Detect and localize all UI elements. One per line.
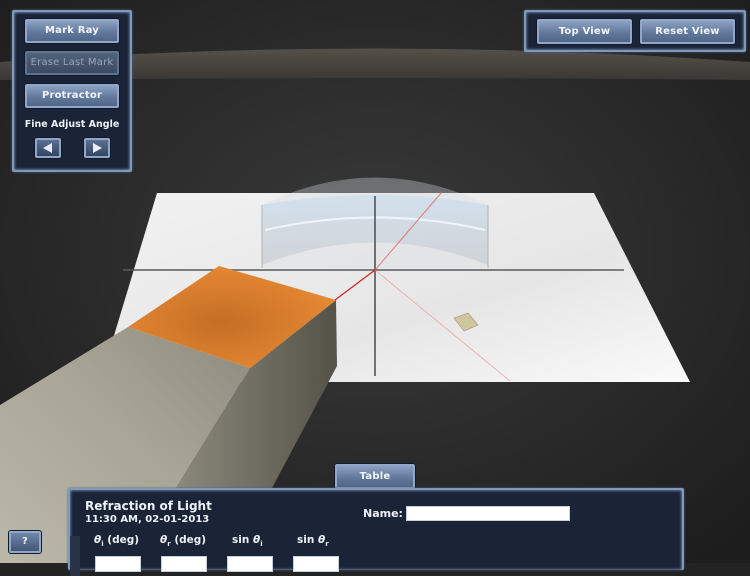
triangle-left-icon bbox=[43, 143, 52, 153]
protractor-button[interactable]: Protractor bbox=[25, 84, 119, 108]
reset-view-button[interactable]: Reset View bbox=[640, 19, 735, 44]
triangle-right-icon bbox=[93, 143, 102, 153]
view-panel: Top View Reset View bbox=[524, 10, 746, 52]
cell-sin-theta-i[interactable] bbox=[227, 556, 273, 572]
name-input[interactable] bbox=[406, 506, 570, 521]
data-sheet-panel: Refraction of Light 11:30 AM, 02-01-2013… bbox=[68, 488, 684, 576]
data-sheet-title: Refraction of Light bbox=[85, 499, 212, 513]
data-sheet-timestamp: 11:30 AM, 02-01-2013 bbox=[85, 514, 210, 525]
cell-theta-r[interactable] bbox=[161, 556, 207, 572]
cell-theta-i[interactable] bbox=[95, 556, 141, 572]
column-header-sin-theta-r: sin θr bbox=[297, 534, 329, 549]
column-header-sin-theta-i: sin θi bbox=[232, 534, 263, 549]
controls-panel: Mark Ray Erase Last Mark Protractor Fine… bbox=[12, 10, 132, 172]
fine-adjust-decrease-button[interactable] bbox=[35, 138, 61, 158]
help-button[interactable]: ? bbox=[9, 531, 41, 553]
cell-sin-theta-r[interactable] bbox=[293, 556, 339, 572]
column-header-theta-i: θi (deg) bbox=[94, 534, 140, 549]
table-tab[interactable]: Table bbox=[335, 464, 415, 489]
mark-ray-button[interactable]: Mark Ray bbox=[25, 19, 119, 43]
fine-adjust-angle-label: Fine Adjust Angle bbox=[24, 119, 120, 130]
name-label: Name: bbox=[363, 507, 403, 520]
erase-last-mark-button[interactable]: Erase Last Mark bbox=[25, 51, 119, 75]
left-scroll-strip bbox=[70, 536, 80, 576]
column-header-theta-r: θr (deg) bbox=[160, 534, 207, 549]
top-view-button[interactable]: Top View bbox=[537, 19, 632, 44]
fine-adjust-increase-button[interactable] bbox=[84, 138, 110, 158]
